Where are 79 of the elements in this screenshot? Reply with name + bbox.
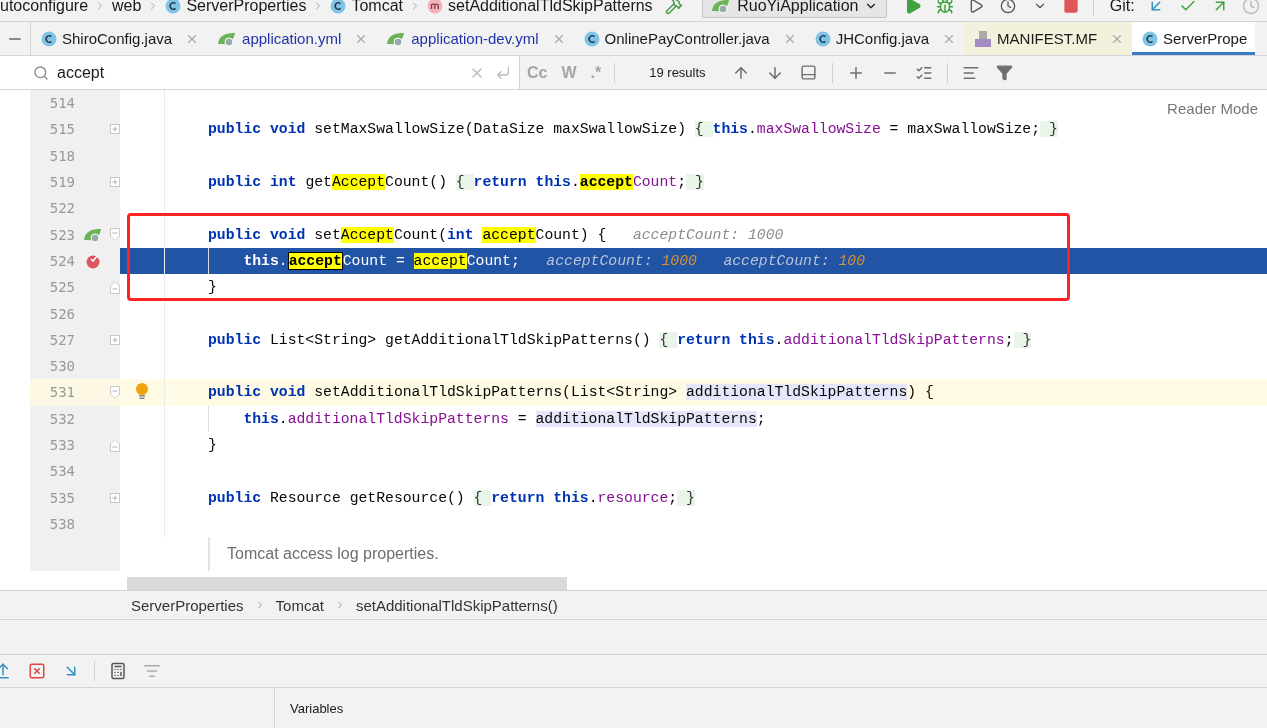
class-icon [583,30,600,47]
class-icon [165,0,182,14]
line-number: 527 [48,331,75,348]
line-number: 535 [48,489,75,506]
leaf-icon [217,30,238,47]
code-line: public List<String> getAdditionalTldSkipPatterns() { return this.additionalTldSkipPatterns; } [207,330,1032,350]
editor-tab[interactable]: JHConfig.java [804,22,965,55]
code-line: } [207,278,217,298]
fold-expand-icon[interactable] [110,124,120,135]
editor-tab[interactable]: ShiroConfig.java [31,22,208,55]
method-icon [427,0,444,14]
editor-tab[interactable]: OnlinePayController.java [573,22,805,55]
lightbulb-icon[interactable] [135,383,149,402]
class-icon [330,0,347,14]
bean-icon [82,226,103,243]
tab-label: application-dev.yml [411,30,539,47]
doc-comment: Tomcat access log properties. [208,537,439,572]
fold-end-icon[interactable] [110,280,120,294]
fold-end-icon[interactable] [110,438,120,452]
inline-value-hint: acceptCount: 100 [723,252,866,269]
panel-title: Variables [290,700,344,716]
manifest-file-icon [974,29,993,48]
tab-label: JHConfig.java [835,30,930,47]
breadcrumb-item[interactable]: ServerProperties [131,596,244,614]
fold-expand-icon[interactable] [110,177,120,188]
tab-label: application.yml [242,30,342,47]
line-number: 518 [48,147,75,164]
breadcrumb-item[interactable]: setAdditionalTldSkipPatterns() [355,596,558,614]
line-number: 526 [48,305,75,322]
tab-label: ShiroConfig.java [62,30,173,47]
fold-collapse-icon[interactable] [110,385,120,399]
leaf-icon [711,0,732,14]
tab-label: OnlinePayController.java [604,30,770,47]
hammer-icon[interactable] [664,0,685,17]
editor-tab[interactable]: application.yml [207,22,377,55]
code-line: public void setAdditionalTldSkipPatterns(List<String> additionalTldSkipPatterns) { [207,383,934,403]
tab-label: ServerPrope [1163,30,1248,47]
line-number: 530 [48,358,75,375]
line-number: 533 [48,437,75,453]
inline-value-hint: acceptCount: 1000 [632,226,784,243]
fold-expand-icon[interactable] [110,492,120,503]
code-line: public void setMaxSwallowSize(DataSize maxSwallowSize) { this.maxSwallowSize = maxSwallowSize; } [207,120,1058,140]
code-line: public int getAcceptCount() { return this.acceptCount; } [207,173,704,193]
line-number: 525 [48,279,75,296]
leaf-icon [386,30,407,47]
line-number: 519 [48,174,75,191]
inline-value-hint: acceptCount: 1000 [546,252,697,269]
code-line: } [207,436,217,455]
fold-expand-icon[interactable] [110,334,120,345]
line-number: 531 [48,384,75,401]
scrollbar-thumb[interactable] [127,577,567,590]
reader-mode-link[interactable]: Reader Mode [1167,100,1258,117]
fold-collapse-icon[interactable] [110,228,120,242]
breakpoint-icon[interactable] [84,252,101,269]
clock-icon[interactable] [1241,0,1261,17]
line-number: 524 [48,252,75,269]
editor-tab[interactable]: ServerPrope [1132,22,1256,55]
class-icon [814,30,831,47]
search-field[interactable]: accept [0,56,520,89]
line-number: 515 [48,121,75,138]
line-number: 532 [48,410,75,427]
line-number: 523 [48,226,75,243]
code-line: public Resource getResource() { return this.resource; } [207,488,695,508]
class-icon [41,30,57,47]
class-icon [1142,30,1159,47]
line-number: 514 [48,95,75,112]
editor-tab[interactable]: application-dev.yml [376,22,574,55]
editor-tab[interactable]: MANIFEST.MF [964,22,1133,55]
line-number: 538 [48,515,75,532]
new-line-icon[interactable] [495,64,511,81]
search-input[interactable]: accept [55,62,469,83]
result-count: 19 results [649,65,706,80]
line-number: 522 [48,200,75,217]
breadcrumb-item[interactable]: Tomcat [351,0,404,15]
line-number: 534 [48,463,75,480]
tab-label: MANIFEST.MF [997,30,1098,47]
breadcrumb-item[interactable]: Tomcat [275,596,324,614]
search-icon [33,64,49,81]
code-line: public void setAcceptCount(int acceptCount) { acceptCount: 1000 [207,225,784,245]
